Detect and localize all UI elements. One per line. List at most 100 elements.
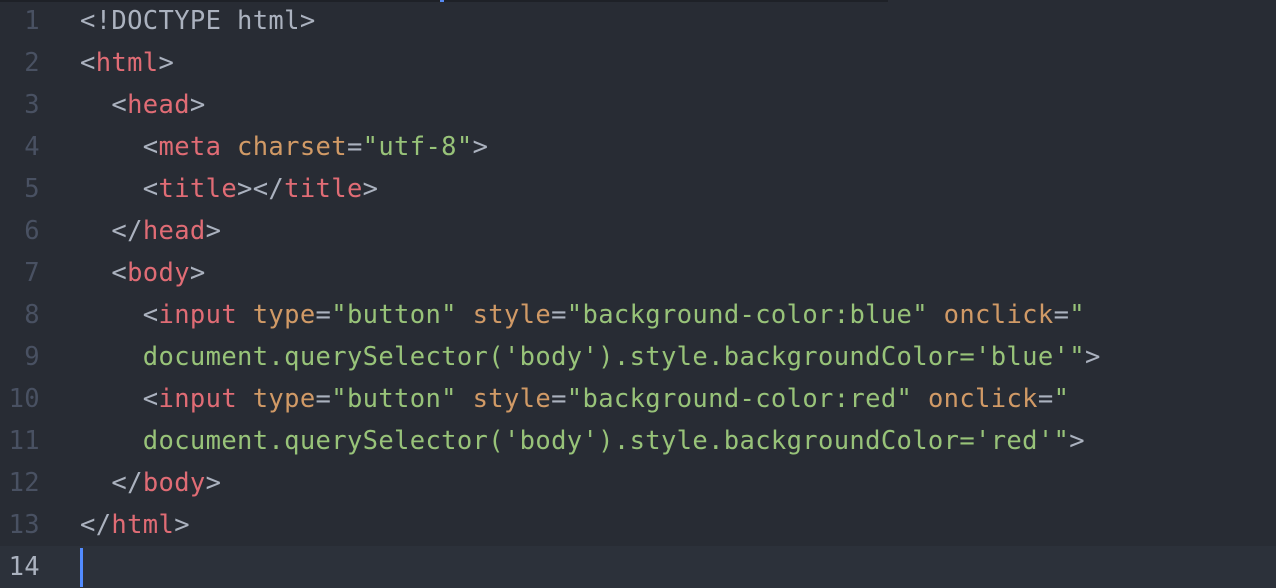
code-text: </head> [80, 210, 221, 252]
code-text: </html> [80, 504, 190, 546]
code-token: ></ [237, 174, 285, 204]
line-number: 10 [8, 384, 40, 414]
code-line[interactable]: 14 [0, 546, 1276, 588]
code-token: type [252, 300, 316, 330]
code-token: html [111, 510, 175, 540]
line-number: 1 [24, 6, 40, 36]
code-token: </ [80, 468, 143, 498]
code-token: > [189, 90, 206, 120]
code-token: = [315, 300, 332, 330]
line-number: 2 [24, 48, 40, 78]
code-token: < [80, 258, 128, 288]
code-line[interactable]: 1 <!DOCTYPE html> [0, 0, 1276, 42]
code-token: "background-color:red" [566, 384, 913, 414]
code-line[interactable]: 13 </html> [0, 504, 1276, 546]
code-token: type [252, 384, 316, 414]
code-editor[interactable]: 1 <!DOCTYPE html> 2 <html> 3 <head> 4 <meta c… [0, 0, 1276, 588]
code-token: < [80, 132, 159, 162]
code-token: </ [80, 510, 112, 540]
line-number: 9 [24, 342, 40, 372]
code-line[interactable]: 4 <meta charset="utf-8"> [0, 126, 1276, 168]
code-line[interactable]: 9 document.querySelector('body').style.b… [0, 336, 1276, 378]
code-line[interactable]: 2 <html> [0, 42, 1276, 84]
code-text: <meta charset="utf-8"> [80, 126, 488, 168]
line-number: 3 [24, 90, 40, 120]
line-number: 11 [8, 426, 40, 456]
code-token: title [284, 174, 363, 204]
code-token: < [80, 48, 96, 78]
code-token: style [472, 384, 552, 414]
code-token: document.querySelector('body').style.bac… [80, 342, 1085, 372]
line-number: 6 [24, 216, 40, 246]
line-number: 4 [24, 132, 40, 162]
code-line[interactable]: 5 <title></title> [0, 168, 1276, 210]
code-token: = [1037, 384, 1054, 414]
code-token: > [472, 132, 489, 162]
code-token: head [127, 90, 190, 120]
code-token: head [142, 216, 206, 246]
code-token: " [1053, 384, 1070, 414]
line-number: 7 [24, 258, 40, 288]
code-token: </ [80, 216, 143, 246]
code-token: body [127, 258, 190, 288]
code-token: <!DOCTYPE html> [80, 6, 316, 36]
code-token: input [158, 300, 238, 330]
code-token: charset [237, 132, 347, 162]
code-token: "background-color:blue" [566, 300, 928, 330]
code-text: document.querySelector('body').style.bac… [80, 420, 1085, 462]
code-token: > [158, 48, 175, 78]
code-token: > [189, 258, 206, 288]
code-text: document.querySelector('body').style.bac… [80, 336, 1101, 378]
code-text: <body> [80, 252, 206, 294]
code-token: document.querySelector('body').style.bac… [80, 426, 1070, 456]
line-number: 13 [8, 510, 40, 540]
code-token: > [205, 468, 222, 498]
line-number: 14 [8, 552, 40, 582]
code-token: onclick [927, 384, 1038, 414]
code-token: body [142, 468, 206, 498]
code-token: = [551, 384, 567, 414]
code-text: <input type="button" style="background-c… [80, 294, 1085, 336]
code-line[interactable]: 12 </body> [0, 462, 1276, 504]
code-token: > [362, 174, 379, 204]
line-number: 5 [24, 174, 40, 204]
code-line[interactable]: 3 <head> [0, 84, 1276, 126]
code-token: meta [158, 132, 222, 162]
code-line[interactable]: 7 <body> [0, 252, 1276, 294]
code-token: "button" [331, 384, 457, 414]
code-token: style [472, 300, 552, 330]
line-number: 8 [24, 300, 40, 330]
text-cursor [80, 548, 83, 587]
code-line[interactable]: 10 <input type="button" style="backgroun… [0, 378, 1276, 420]
code-line[interactable]: 6 </head> [0, 210, 1276, 252]
code-token: "utf-8" [362, 132, 473, 162]
code-text: <head> [80, 84, 206, 126]
code-token: = [551, 300, 567, 330]
code-token: title [158, 174, 238, 204]
code-token: > [1069, 426, 1085, 456]
code-token: < [80, 174, 159, 204]
code-token: < [80, 90, 128, 120]
code-token: > [205, 216, 222, 246]
code-token: > [174, 510, 190, 540]
code-line[interactable]: 8 <input type="button" style="background… [0, 294, 1276, 336]
code-token: = [1053, 300, 1070, 330]
code-line[interactable]: 11 document.querySelector('body').style.… [0, 420, 1276, 462]
code-token: < [80, 384, 159, 414]
code-text: </body> [80, 462, 221, 504]
code-text: <input type="button" style="background-c… [80, 378, 1069, 420]
code-token: " [1069, 300, 1085, 330]
code-token: > [1084, 342, 1101, 372]
code-token: html [95, 48, 159, 78]
code-token: onclick [943, 300, 1054, 330]
code-text: <!DOCTYPE html> [80, 0, 316, 42]
code-token: < [80, 300, 159, 330]
code-token: = [315, 384, 332, 414]
